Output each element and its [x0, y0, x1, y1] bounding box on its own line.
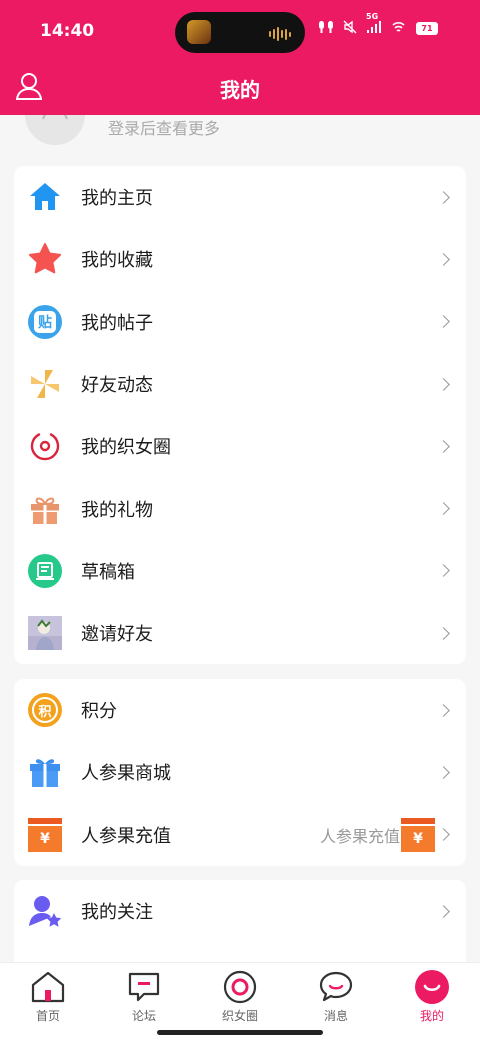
chevron-right-icon [437, 439, 450, 453]
battery-icon: 71 [416, 22, 438, 35]
chevron-right-icon [437, 253, 450, 266]
menu-item-shop[interactable]: 人参果商城 [14, 741, 466, 803]
gift-icon [28, 492, 62, 526]
nav-label: 论坛 [131, 1009, 156, 1023]
chevron-right-icon [437, 626, 450, 640]
menu-item-drafts[interactable]: 草稿箱 [14, 540, 466, 602]
message-icon [318, 969, 354, 1005]
chevron-right-icon [437, 377, 450, 391]
pinwheel-icon [28, 367, 62, 401]
menu-item-posts[interactable]: 贴 我的帖子 [14, 291, 466, 353]
signal-icon: 5G [366, 12, 382, 37]
menu-item-homepage[interactable]: 我的主页 [14, 166, 466, 228]
recharge-badge-icon: ¥ [401, 817, 435, 852]
wifi-icon [391, 20, 407, 37]
menu-item-following[interactable]: 我的关注 [14, 880, 466, 942]
home-indicator[interactable] [157, 1030, 323, 1035]
chevron-right-icon [437, 502, 450, 515]
chevron-right-icon [437, 828, 450, 842]
menu-item-label: 邀请好友 [81, 624, 153, 646]
nav-label: 首页 [35, 1009, 60, 1023]
me-icon [414, 969, 450, 1005]
follow-icon [28, 894, 62, 928]
menu-item-label: 我的收藏 [81, 250, 153, 272]
login-hint[interactable]: 登录后查看更多 [108, 115, 220, 139]
yen-glyph: ¥ [28, 825, 62, 852]
top-bar: 14:40 5G 71 我的 [0, 0, 480, 115]
forum-icon [126, 969, 162, 1005]
home-icon [28, 180, 62, 214]
points-menu-card: 积 积分 人参果商城 ¥ 人参果充值 人参果充值 ¥ [14, 679, 466, 866]
nav-forum[interactable]: 论坛 [104, 969, 184, 1024]
avatar[interactable] [25, 115, 85, 145]
earbuds-icon [318, 20, 334, 37]
post-icon: 贴 [28, 304, 62, 339]
menu-item-label: 我的主页 [81, 188, 153, 210]
network-type: 5G [366, 12, 379, 21]
menu-item-label: 草稿箱 [81, 561, 135, 583]
nav-label: 消息 [323, 1009, 348, 1023]
star-icon [28, 242, 62, 276]
status-time: 14:40 [40, 21, 95, 41]
menu-item-label: 我的织女圈 [81, 437, 171, 459]
nav-circle[interactable]: 织女圈 [200, 969, 280, 1024]
nav-me[interactable]: 我的 [392, 969, 472, 1024]
profile-section[interactable]: 登录后查看更多 [0, 115, 480, 165]
menu-item-label: 人参果充值 [81, 825, 171, 847]
dynamic-island [175, 12, 305, 53]
circle-nav-icon [222, 969, 258, 1005]
chevron-right-icon [437, 703, 450, 717]
main-menu-card: 我的主页 我的收藏 贴 我的帖子 好友动态 我的织女圈 我的礼物 草稿箱 邀请好… [14, 166, 466, 665]
circle-icon [28, 429, 62, 463]
menu-item-invite[interactable]: 邀请好友 [14, 602, 466, 664]
audio-wave-icon [269, 27, 291, 41]
post-icon-glyph: 贴 [34, 310, 56, 333]
menu-item-gifts[interactable]: 我的礼物 [14, 477, 466, 539]
chevron-right-icon [437, 190, 450, 204]
draft-icon [28, 553, 62, 588]
nav-messages[interactable]: 消息 [296, 969, 376, 1024]
chevron-right-icon [437, 564, 450, 578]
menu-item-label: 好友动态 [81, 375, 153, 397]
recharge-side-text: 人参果充值 [319, 826, 400, 846]
points-icon: 积 [28, 693, 62, 728]
menu-item-my-circle[interactable]: 我的织女圈 [14, 415, 466, 477]
home-nav-icon [30, 969, 66, 1005]
menu-item-favorites[interactable]: 我的收藏 [14, 228, 466, 290]
page-title: 我的 [220, 78, 260, 102]
menu-item-label: 我的关注 [81, 902, 153, 924]
yen-glyph: ¥ [401, 825, 435, 852]
chevron-right-icon [437, 315, 450, 329]
status-icons: 5G 71 [318, 12, 438, 37]
points-icon-glyph: 积 [32, 697, 58, 724]
nav-label: 织女圈 [221, 1009, 258, 1023]
nav-home[interactable]: 首页 [8, 969, 88, 1024]
recharge-icon: ¥ [28, 817, 62, 852]
invite-image [28, 616, 62, 651]
menu-item-label: 我的礼物 [81, 499, 153, 521]
social-menu-card: 我的关注 [14, 880, 466, 970]
menu-item-friend-feed[interactable]: 好友动态 [14, 353, 466, 415]
chevron-right-icon [437, 766, 450, 779]
menu-item-label: 积分 [81, 701, 117, 723]
menu-item-label: 我的帖子 [81, 312, 153, 334]
media-thumbnail [187, 20, 211, 44]
mute-icon [343, 20, 357, 37]
shop-gift-icon [28, 755, 62, 789]
nav-label: 我的 [419, 1009, 444, 1023]
menu-item-label: 人参果商城 [81, 763, 171, 785]
chevron-right-icon [437, 904, 450, 918]
menu-item-recharge[interactable]: ¥ 人参果充值 人参果充值 ¥ [14, 804, 466, 866]
menu-item-points[interactable]: 积 积分 [14, 679, 466, 741]
